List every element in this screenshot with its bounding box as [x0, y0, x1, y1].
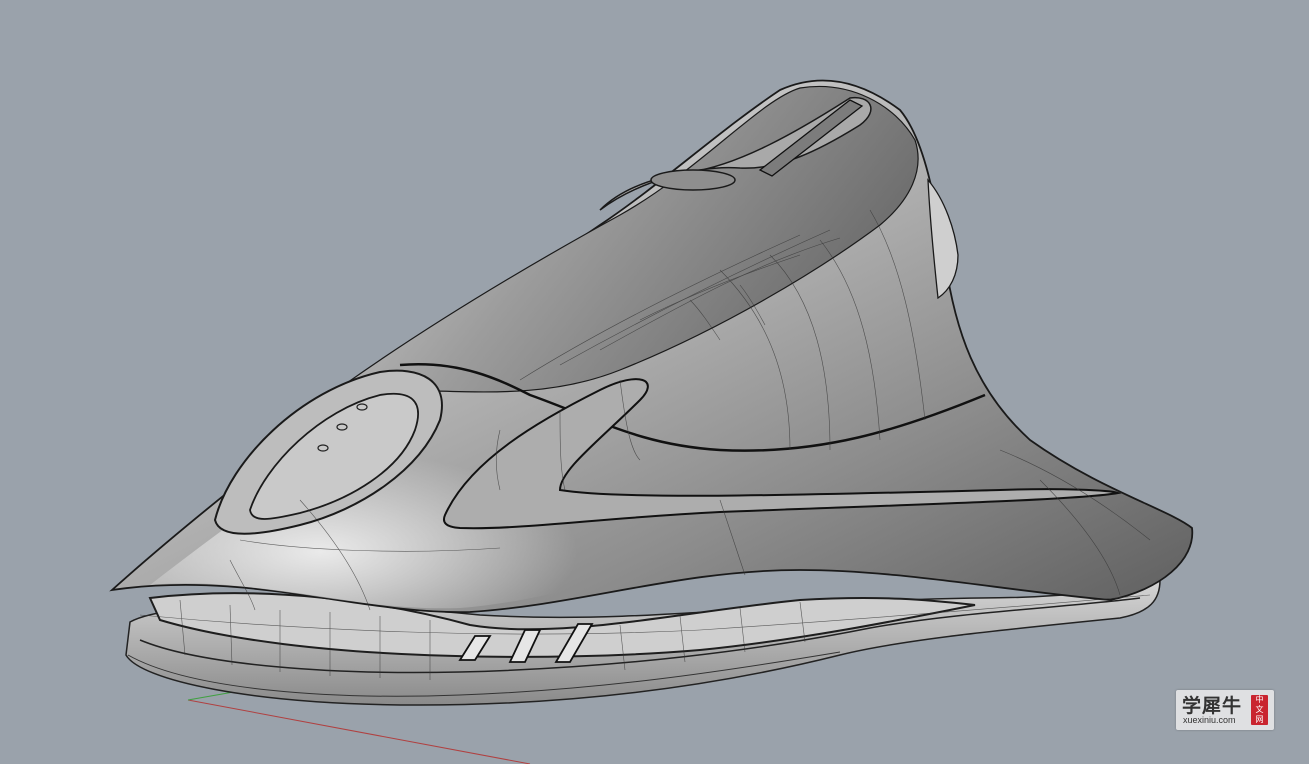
3d-viewport[interactable] — [0, 0, 1309, 764]
mouse-model[interactable] — [109, 79, 1194, 706]
watermark-seal: 中 文 网 — [1251, 695, 1268, 725]
scroll-wheel — [650, 169, 736, 191]
watermark-site-text: xuexiniu.com — [1183, 715, 1236, 725]
seal-char: 网 — [1255, 715, 1264, 724]
seal-char: 文 — [1255, 705, 1264, 714]
seal-char: 中 — [1255, 695, 1264, 704]
watermark-brand-text: 学犀牛 — [1182, 695, 1243, 717]
watermark-logo: 学犀牛 xuexiniu.com 中 文 网 — [1176, 690, 1274, 730]
x-axis — [187, 699, 531, 764]
